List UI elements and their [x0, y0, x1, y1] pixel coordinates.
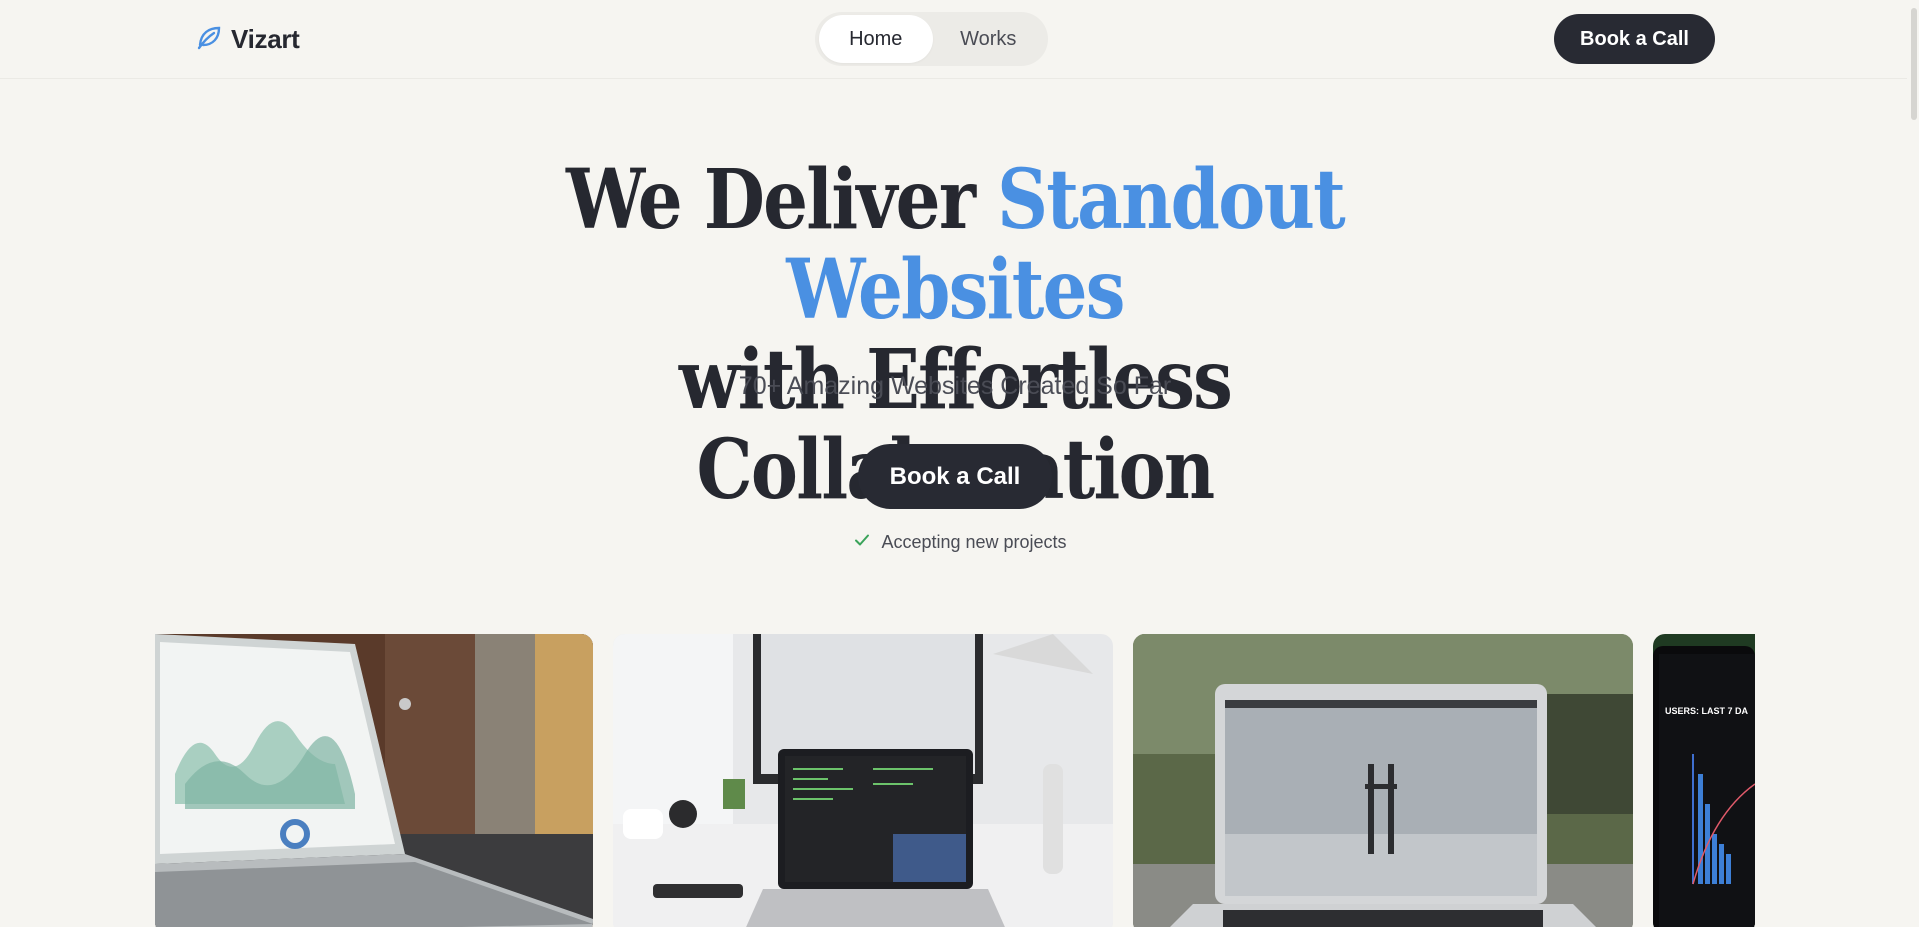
- hero-subtitle: 70+ Amazing Websites Created So Far: [738, 372, 1172, 400]
- book-call-hero-button[interactable]: Book a Call: [858, 444, 1052, 509]
- site-header: Vizart Home Works Book a Call: [0, 0, 1919, 79]
- hero-title-part1: We Deliver: [565, 152, 998, 248]
- nav-item-home[interactable]: Home: [819, 15, 933, 63]
- page-scrollbar[interactable]: [1907, 0, 1919, 927]
- brand-name: Vizart: [231, 23, 300, 54]
- logo[interactable]: Vizart: [195, 22, 300, 56]
- nav-item-works[interactable]: Works: [933, 15, 1045, 63]
- phone-screen-heading: USERS: LAST 7 DA: [1665, 706, 1749, 716]
- check-icon: [853, 531, 871, 554]
- laptop-dashboard-image[interactable]: [155, 634, 593, 927]
- leaf-logo-icon: [195, 23, 223, 56]
- works-gallery: USERS: LAST 7 DA: [155, 634, 1755, 927]
- laptop-fog-bridge-image[interactable]: [1133, 634, 1633, 927]
- book-call-header-button[interactable]: Book a Call: [1554, 14, 1715, 64]
- scrollbar-thumb[interactable]: [1911, 8, 1917, 120]
- main-nav: Home Works: [815, 12, 1048, 66]
- phone-analytics-image[interactable]: USERS: LAST 7 DA: [1653, 634, 1755, 927]
- availability-status: Accepting new projects: [850, 529, 1070, 555]
- laptop-code-desk-image[interactable]: [613, 634, 1113, 927]
- status-text: Accepting new projects: [881, 531, 1067, 552]
